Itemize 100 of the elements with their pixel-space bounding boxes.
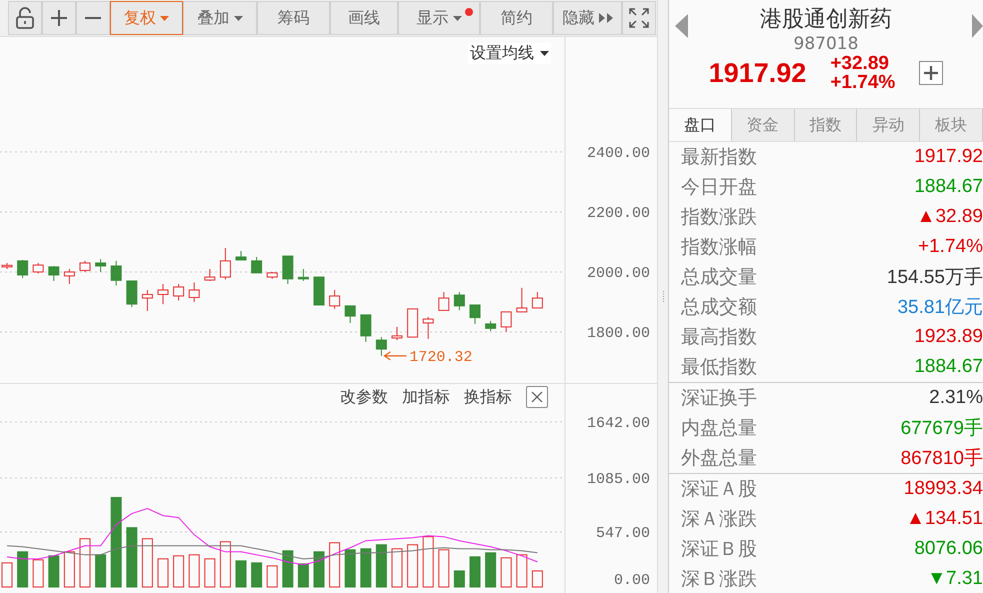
- volume-bar: [48, 555, 60, 588]
- toolbar-button[interactable]: 隐藏: [553, 1, 622, 35]
- volume-bar: [251, 562, 262, 588]
- candle: [17, 259, 28, 278]
- stat-label: 内盘总量: [681, 416, 757, 441]
- volume-bar: [376, 544, 387, 588]
- stat-label: 今日开盘: [681, 175, 757, 200]
- fullscreen-icon: [629, 8, 649, 28]
- candle: [314, 276, 324, 306]
- stat-value: 8076.06: [914, 538, 983, 560]
- candle: [454, 292, 465, 311]
- ma-setting-dropdown[interactable]: 设置均线: [468, 43, 551, 64]
- index-price: 1917.92: [708, 58, 806, 88]
- plus-button[interactable]: [42, 1, 76, 35]
- volume-bar: [173, 555, 184, 588]
- stat-value: 2.31%: [929, 387, 983, 409]
- stat-label: 深证Ａ股: [681, 477, 757, 502]
- candle: [95, 258, 106, 272]
- candle: [282, 256, 294, 284]
- toolbar-button[interactable]: 叠加: [183, 1, 257, 35]
- stat-label: 深证换手: [681, 386, 757, 411]
- panel-tab[interactable]: 板块: [920, 109, 983, 141]
- stat-label: 指数涨跌: [681, 205, 757, 230]
- stat-value: ▲32.89: [916, 206, 983, 228]
- toolbar-button[interactable]: 复权: [110, 1, 183, 35]
- toolbar-button[interactable]: 简约: [480, 1, 553, 35]
- candle: [173, 283, 184, 301]
- axis-label: 0.00: [614, 572, 650, 589]
- candle: [188, 282, 200, 302]
- candle: [329, 289, 340, 310]
- stat-value: 35.81亿元: [897, 296, 983, 320]
- indicator-action-link[interactable]: 换指标: [464, 386, 512, 408]
- candle: [110, 260, 122, 286]
- stat-label: 总成交量: [681, 265, 757, 290]
- lock-icon: [15, 7, 35, 29]
- volume-bar: [314, 551, 324, 588]
- candle: [407, 308, 418, 338]
- indicator-action-link[interactable]: 改参数: [340, 386, 388, 408]
- candle: [158, 283, 168, 305]
- stat-label: 深Ａ涨跌: [681, 507, 757, 532]
- stat-value: 154.55万手: [886, 266, 983, 290]
- add-button[interactable]: [919, 61, 944, 85]
- toolbar-button[interactable]: 显示: [398, 1, 480, 35]
- indicator-action-link[interactable]: 加指标: [402, 386, 450, 408]
- stat-label: 最高指数: [681, 325, 757, 350]
- candle: [485, 320, 496, 332]
- volume-bar: [407, 544, 418, 588]
- volume-bar: [32, 559, 44, 588]
- stat-label: 外盘总量: [681, 446, 757, 471]
- close-button[interactable]: [526, 386, 548, 408]
- volume-bar: [532, 570, 543, 588]
- stat-value: 1917.92: [914, 146, 983, 168]
- volume-bar: [500, 557, 512, 588]
- volume-bar: [266, 565, 278, 588]
- candle: [251, 256, 262, 274]
- stat-value: 1923.89: [914, 326, 983, 348]
- candle: [80, 260, 90, 272]
- candle: [64, 268, 75, 284]
- panel-tab[interactable]: 指数: [794, 109, 858, 141]
- price-change: +32.89: [830, 54, 890, 73]
- candle: [32, 262, 44, 274]
- volume-bar: [438, 549, 450, 588]
- volume-bar: [204, 558, 216, 588]
- volume-bar: [158, 558, 168, 588]
- stat-value: +1.74%: [918, 236, 983, 258]
- candle: [392, 326, 402, 341]
- fullscreen-button[interactable]: [622, 1, 656, 35]
- left-triangle-icon: [675, 14, 688, 38]
- minus-button[interactable]: [76, 1, 110, 35]
- volume-bar: [282, 550, 294, 588]
- panel-tab[interactable]: 异动: [857, 109, 920, 141]
- volume-bar: [95, 554, 106, 588]
- toolbar-button[interactable]: 画线: [330, 1, 398, 35]
- lock-button[interactable]: [8, 1, 42, 35]
- volume-bar: [422, 536, 434, 588]
- candle: [500, 311, 512, 332]
- axis-label: 2400.00: [586, 144, 650, 162]
- volume-bar: [142, 538, 153, 588]
- volume-bar: [392, 548, 402, 588]
- panel-tab[interactable]: 资金: [732, 109, 795, 141]
- right-triangle-icon: [972, 14, 983, 38]
- candle: [266, 271, 278, 280]
- axis-label: 2000.00: [586, 264, 650, 282]
- stat-label: 指数涨幅: [681, 235, 757, 260]
- previous-button[interactable]: [675, 14, 688, 41]
- toolbar-button[interactable]: 筹码: [257, 1, 330, 35]
- axis-label: 1800.00: [586, 324, 650, 342]
- candle: [48, 265, 60, 282]
- stat-value: 18993.34: [904, 478, 983, 500]
- minus-icon: [84, 16, 102, 20]
- index-code: 987018: [794, 34, 858, 54]
- percent-change: +1.74%: [830, 73, 896, 92]
- candle: [470, 304, 480, 324]
- plus-icon: [924, 66, 938, 80]
- axis-label: 1085.00: [586, 470, 650, 488]
- splitter-grip-icon: [662, 290, 664, 302]
- volume-bar: [17, 551, 28, 588]
- volume-bar: [516, 554, 528, 588]
- axis-label: 1642.00: [586, 414, 650, 432]
- stat-value: 1884.67: [914, 356, 983, 378]
